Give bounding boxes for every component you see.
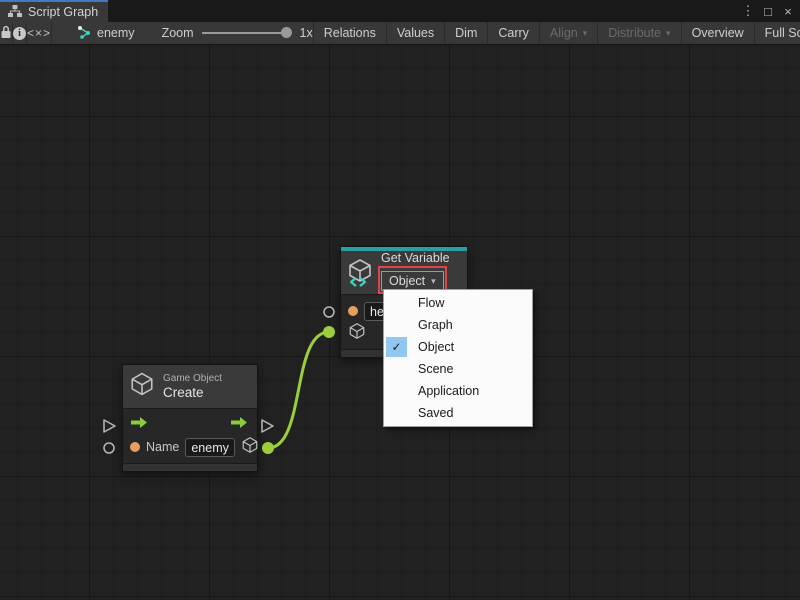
gameobject-output-port[interactable] [262, 442, 274, 454]
graph-name: enemy [97, 26, 135, 40]
distribute-button: Distribute ▾ [597, 22, 680, 44]
chevron-down-icon: ▾ [666, 29, 671, 38]
variable-scope-dropdown[interactable]: Object ▾ [381, 271, 444, 291]
gameobject-cube-icon[interactable] [241, 436, 259, 459]
name-input-field[interactable]: enemy [185, 438, 235, 457]
dim-button[interactable]: Dim [444, 22, 487, 44]
window-menu-icon[interactable]: ⋮ [740, 2, 756, 20]
name-input-row: Name enemy [123, 436, 257, 458]
close-icon[interactable]: × [780, 2, 796, 20]
graph-icon [77, 25, 92, 42]
zoom-value: 1x [300, 26, 313, 40]
chevron-down-icon: ▾ [583, 29, 588, 38]
menu-item-flow[interactable]: Flow [384, 292, 532, 314]
node-footer [123, 463, 257, 471]
name-input-port[interactable] [104, 443, 114, 453]
lock-icon [0, 25, 12, 42]
carry-button[interactable]: Carry [487, 22, 539, 44]
zoom-control: Zoom 1x [162, 22, 313, 44]
flow-out-arrow-icon[interactable] [230, 416, 250, 434]
inspect-button[interactable]: i [13, 22, 27, 44]
menu-item-application[interactable]: Application [384, 380, 532, 402]
menu-item-saved[interactable]: Saved [384, 402, 532, 424]
tab-strip: Script Graph ⋮ □ × [0, 0, 800, 22]
variable-scope-menu: Flow Graph ✓ Object Scene Application Sa… [383, 289, 533, 427]
graph-reference[interactable]: enemy [77, 22, 135, 44]
node-title: Create [163, 385, 222, 401]
flow-output-port[interactable] [262, 420, 273, 432]
hierarchy-icon [8, 5, 22, 20]
graph-window: Script Graph ⋮ □ × i <×> [0, 0, 800, 600]
node-header[interactable]: Game Object Create [123, 365, 257, 409]
zoom-slider-handle[interactable] [281, 27, 292, 38]
graph-toolbar: i <×> enemy Zoom 1x [0, 22, 800, 45]
chevron-down-icon: ▾ [431, 277, 436, 286]
zoom-label: Zoom [162, 26, 194, 40]
graph-canvas[interactable]: Get Variable Object ▾ he [0, 45, 800, 600]
variable-cube-icon [347, 258, 373, 288]
string-port-icon[interactable] [348, 306, 358, 316]
node-body: Name enemy [123, 409, 257, 463]
variable-name-port[interactable] [324, 307, 334, 317]
align-button: Align ▾ [539, 22, 597, 44]
code-view-button[interactable]: <×> [27, 22, 52, 44]
zoom-slider[interactable] [202, 22, 294, 44]
flow-input-port[interactable] [104, 420, 115, 432]
tab-script-graph[interactable]: Script Graph [0, 0, 108, 22]
maximize-icon[interactable]: □ [760, 2, 776, 20]
gameobject-cube-icon [129, 371, 155, 402]
info-icon: i [13, 27, 26, 40]
window-controls: ⋮ □ × [740, 0, 796, 22]
connection-wire[interactable] [268, 332, 329, 448]
gameobject-cube-icon[interactable] [348, 322, 366, 345]
code-icon: <×> [27, 26, 51, 40]
check-icon: ✓ [386, 337, 407, 357]
overview-button[interactable]: Overview [681, 22, 754, 44]
values-button[interactable]: Values [386, 22, 444, 44]
fullscreen-button[interactable]: Full Screen [754, 22, 800, 44]
zoom-slider-track[interactable] [202, 32, 288, 34]
object-input-port[interactable] [323, 326, 335, 338]
create-game-object-node[interactable]: Game Object Create [122, 364, 258, 472]
menu-item-graph[interactable]: Graph [384, 314, 532, 336]
menu-item-object[interactable]: ✓ Object [384, 336, 532, 358]
node-category: Game Object [163, 372, 222, 385]
node-title: Get Variable [381, 251, 450, 266]
menu-item-scene[interactable]: Scene [384, 358, 532, 380]
tab-title: Script Graph [28, 5, 98, 19]
string-port-icon[interactable] [130, 442, 140, 452]
toolbar-buttons: Relations Values Dim Carry Align ▾ Distr… [313, 22, 800, 44]
input-label: Name [146, 440, 179, 454]
flow-row [123, 414, 257, 436]
flow-in-arrow-icon[interactable] [130, 416, 150, 434]
relations-button[interactable]: Relations [313, 22, 386, 44]
lock-button[interactable] [0, 22, 13, 44]
